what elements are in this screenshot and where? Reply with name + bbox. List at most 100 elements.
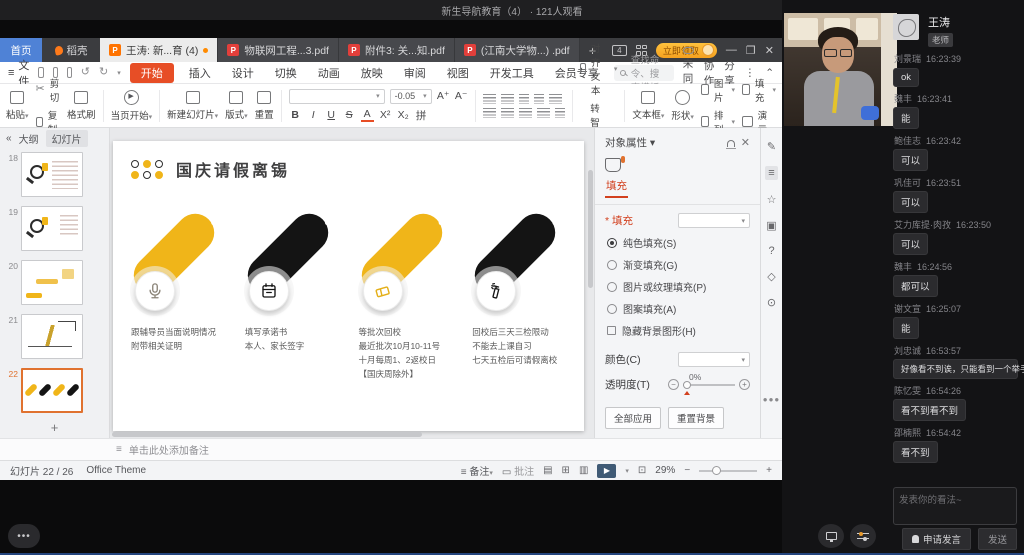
slide-thumbnail-21[interactable]: 21 xyxy=(2,314,105,359)
apply-all-button[interactable]: 全部应用 xyxy=(605,407,661,429)
add-slide-button[interactable]: + xyxy=(0,416,109,438)
slide-thumbnail-19[interactable]: 19 xyxy=(2,206,105,251)
more-options-button[interactable]: ••• xyxy=(8,524,40,548)
transparency-slider[interactable]: − 0% + xyxy=(668,379,750,390)
zoom-level[interactable]: 29% xyxy=(655,465,675,476)
zoom-slider-thumb[interactable] xyxy=(712,466,721,475)
rail-more-icon[interactable]: ●●● xyxy=(763,395,781,404)
slide-thumbnail-20[interactable]: 20 xyxy=(2,260,105,305)
doc-tab-pdf-2[interactable]: P 附件3: 关...知.pdf xyxy=(339,38,455,62)
quickbar-more-icon[interactable]: ▾ xyxy=(117,69,121,77)
play-current-button[interactable]: 当页开始▾ xyxy=(111,90,153,122)
ai-assistant-icon[interactable]: ✎ xyxy=(767,140,776,153)
justify-icon[interactable] xyxy=(537,108,550,118)
fit-screen-icon[interactable]: ⊡ xyxy=(638,465,646,476)
fill-type-select[interactable]: ▾ xyxy=(678,213,750,228)
pill-text-02[interactable]: 填写承诺书 本人、家长签字 xyxy=(245,325,349,353)
properties-icon[interactable]: ≡ xyxy=(765,166,777,180)
help-icon[interactable]: ? xyxy=(768,245,774,257)
pill-shape-03[interactable]: 03 xyxy=(349,199,463,321)
canvas-vertical-scrollbar[interactable] xyxy=(588,170,593,288)
bullet-list-icon[interactable] xyxy=(483,94,496,104)
slide-thumbnail-22[interactable]: 22 xyxy=(2,368,105,413)
subscript-button[interactable]: X₂ xyxy=(397,109,410,121)
play-options-icon[interactable]: ▾ xyxy=(625,467,629,475)
reset-button[interactable]: 重置 xyxy=(255,91,274,121)
format-painter-button[interactable]: 格式刷 xyxy=(67,91,96,121)
picture-button[interactable]: 图片▾ xyxy=(701,76,735,104)
zoom-in-icon[interactable]: + xyxy=(766,465,772,476)
comments-toggle[interactable]: ▭ 批注 xyxy=(502,463,534,478)
indent-icon[interactable] xyxy=(534,94,544,104)
outdent-icon[interactable] xyxy=(519,94,529,104)
paste-button[interactable]: 粘贴▾ xyxy=(6,91,29,121)
align-text-button[interactable]: 对齐文本▾ xyxy=(580,41,618,97)
doc-tab-pdf-1[interactable]: P 物联网工程...3.pdf xyxy=(218,38,339,62)
normal-view-icon[interactable]: ▤ xyxy=(543,465,552,476)
distribute-icon[interactable] xyxy=(555,108,565,118)
media-settings-button[interactable] xyxy=(850,524,876,548)
slide-title[interactable]: 国庆请假离锡 xyxy=(176,157,290,181)
doc-tab-pdf-3[interactable]: P (江南大学物...) .pdf xyxy=(455,38,580,62)
redo-icon[interactable]: ↻ xyxy=(99,67,108,78)
raise-hand-button[interactable]: 申请发言 xyxy=(902,528,971,550)
quick-tools-icon[interactable]: ⊙ xyxy=(767,296,776,309)
slideshow-play-button[interactable]: ▶ xyxy=(597,464,616,478)
font-color-button[interactable]: A xyxy=(361,108,374,122)
menu-item-devtools[interactable]: 开发工具 xyxy=(484,63,540,83)
tab-slides[interactable]: 幻灯片 xyxy=(46,130,88,147)
pill-text-01[interactable]: 跟辅导员当面说明情况 附带相关证明 xyxy=(131,325,235,353)
menu-item-transition[interactable]: 切换 xyxy=(269,63,303,83)
layout-button[interactable]: 版式▾ xyxy=(225,91,248,121)
undo-icon[interactable]: ↺ xyxy=(81,67,90,78)
menu-item-animation[interactable]: 动画 xyxy=(312,63,346,83)
increase-icon[interactable]: + xyxy=(739,379,750,390)
notes-bar[interactable]: ≡ 单击此处添加备注 xyxy=(0,438,782,460)
menu-item-home[interactable]: 开始 xyxy=(130,63,174,83)
cut-button[interactable]: ✂剪切 xyxy=(36,76,61,104)
align-center-icon[interactable] xyxy=(501,108,514,118)
font-size-select[interactable]: -0.05▾ xyxy=(390,89,432,104)
font-family-select[interactable]: ▾ xyxy=(289,89,385,104)
zoom-out-icon[interactable]: − xyxy=(684,465,690,476)
canvas-horizontal-scrollbar[interactable] xyxy=(112,432,422,437)
pin-panel-icon[interactable] xyxy=(727,140,735,147)
pill-text-04[interactable]: 回校后三天三检限动 不能去上课自习 七天五检后可请假离校 xyxy=(472,325,576,367)
align-right-icon[interactable] xyxy=(519,108,532,118)
line-spacing-icon[interactable] xyxy=(549,94,562,104)
menu-item-review[interactable]: 审阅 xyxy=(398,63,432,83)
pill-text-03[interactable]: 等批次回校 最近批次10月10-11号 十月每周1、2返校日 【国庆周除外】 xyxy=(359,325,463,381)
increase-font-icon[interactable]: A⁺ xyxy=(437,90,450,102)
option-hide-background[interactable]: 隐藏背景图形(H) xyxy=(607,323,750,338)
reset-background-button[interactable]: 重置背景 xyxy=(668,407,724,429)
menu-item-slideshow[interactable]: 放映 xyxy=(355,63,389,83)
pill-shape-01[interactable]: 01 xyxy=(121,199,235,321)
reading-view-icon[interactable]: ▥ xyxy=(579,465,588,476)
menu-item-design[interactable]: 设计 xyxy=(226,63,260,83)
shape-settings-icon[interactable]: ◇ xyxy=(767,270,775,283)
theme-name[interactable]: Office Theme xyxy=(86,465,146,476)
sorter-view-icon[interactable]: ⊞ xyxy=(562,465,570,476)
strikethrough-button[interactable]: S xyxy=(343,109,356,121)
tab-docer[interactable]: 稻壳 xyxy=(42,38,100,62)
animation-icon[interactable]: ☆ xyxy=(767,193,777,206)
send-button[interactable]: 发送 xyxy=(978,528,1017,550)
chat-input[interactable] xyxy=(893,487,1017,525)
menu-item-view[interactable]: 视图 xyxy=(441,63,475,83)
close-panel-icon[interactable]: ✕ xyxy=(741,136,750,149)
collapse-panel-icon[interactable]: « xyxy=(6,133,12,144)
fill-button[interactable]: 填充▾ xyxy=(742,76,776,104)
pinyin-button[interactable]: 拼 xyxy=(415,108,428,123)
slide-thumbnail-18[interactable]: 18 xyxy=(2,152,105,197)
bold-button[interactable]: B xyxy=(289,109,302,121)
screen-share-button[interactable] xyxy=(818,524,844,548)
new-slide-button[interactable]: 新建幻灯片▾ xyxy=(167,91,218,121)
italic-button[interactable]: I xyxy=(307,109,320,121)
numbered-list-icon[interactable] xyxy=(501,94,514,104)
pill-shape-04[interactable]: 04 xyxy=(462,199,576,321)
print-icon[interactable] xyxy=(67,67,72,78)
color-select[interactable]: ▾ xyxy=(678,352,750,367)
option-picture-fill[interactable]: 图片或纹理填充(P) xyxy=(607,279,750,294)
option-pattern-fill[interactable]: 图案填充(A) xyxy=(607,301,750,316)
underline-button[interactable]: U xyxy=(325,109,338,121)
